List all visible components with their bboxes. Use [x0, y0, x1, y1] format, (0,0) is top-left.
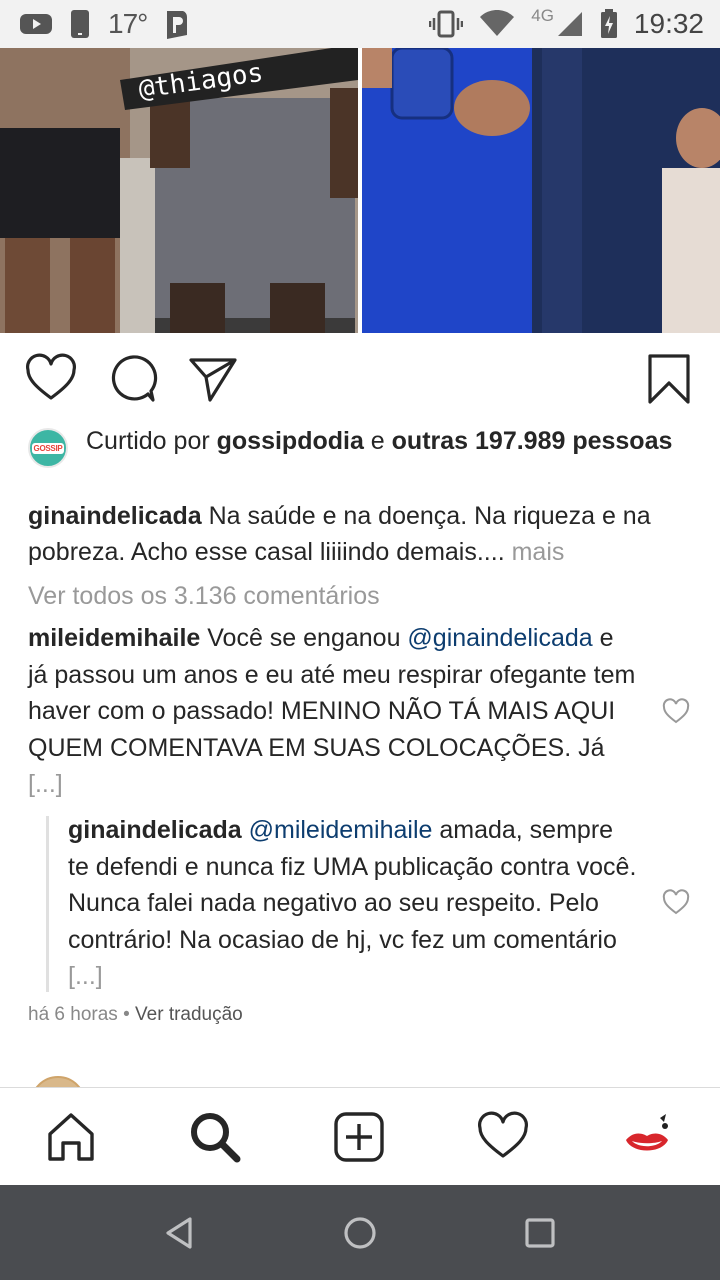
network-type: 4G [531, 6, 554, 25]
comment-like-icon[interactable] [662, 698, 690, 726]
reply-item: ginaindelicada @mileidemihaile amada, se… [68, 812, 638, 995]
temperature: 17° [108, 8, 148, 39]
home-circle-icon[interactable] [340, 1213, 380, 1253]
reply-expand[interactable]: [...] [68, 962, 103, 990]
post-photo-right[interactable] [362, 48, 720, 333]
reply-like-icon[interactable] [662, 889, 690, 917]
comment-item: mileidemihaile Você se enganou @ginainde… [28, 620, 638, 803]
phone-icon [71, 10, 89, 38]
avatar-badge-text: GOSSIP [31, 442, 65, 454]
comment-bubble-icon[interactable] [106, 352, 160, 406]
bottom-navigation [0, 1087, 720, 1185]
liker-username[interactable]: gossipdodia [217, 427, 364, 455]
share-send-icon[interactable] [186, 352, 240, 406]
post-photo-left[interactable]: @thiagos [0, 48, 358, 333]
comment-text: Você se enganou [200, 624, 408, 652]
like-heart-icon[interactable] [24, 352, 78, 406]
clock: 19:32 [633, 8, 704, 39]
wifi-icon [480, 10, 515, 36]
comment-username[interactable]: mileidemihaile [28, 624, 200, 652]
battery-icon [600, 9, 617, 38]
vibrate-icon [429, 10, 464, 38]
android-system-nav [0, 1185, 720, 1280]
search-icon[interactable] [188, 1110, 242, 1164]
meta-separator: • [117, 1004, 136, 1025]
translate-link[interactable]: Ver tradução [135, 1004, 243, 1025]
p-app-icon [167, 11, 188, 39]
profile-avatar[interactable] [620, 1110, 674, 1164]
likes-others-count[interactable]: outras 197.989 pessoas [392, 427, 673, 455]
home-icon[interactable] [44, 1110, 98, 1164]
post-meta: há 6 horas • Ver tradução [28, 1004, 243, 1026]
likes-middle: e [363, 427, 392, 455]
post-image-carousel[interactable]: @thiagos [0, 48, 720, 333]
reply-text [242, 816, 249, 844]
caption-username[interactable]: ginaindelicada [28, 502, 202, 530]
recents-icon[interactable] [520, 1213, 560, 1253]
post-actions-bar [0, 340, 720, 420]
comment-expand[interactable]: [...] [28, 770, 63, 798]
post-timestamp: há 6 horas [28, 1004, 118, 1025]
back-icon[interactable] [160, 1213, 200, 1253]
save-bookmark-icon[interactable] [642, 352, 696, 406]
caption-more-link[interactable]: mais [512, 538, 565, 566]
view-all-comments-link[interactable]: Ver todos os 3.136 comentários [28, 578, 380, 614]
reply-mention[interactable]: @mileidemihaile [249, 816, 433, 844]
comment-mention[interactable]: @ginaindelicada [407, 624, 592, 652]
left-photo-illustration: @thiagos [0, 48, 358, 333]
reply-thread-line [46, 816, 49, 992]
signal-icon [557, 12, 582, 36]
likes-prefix: Curtido por [86, 427, 217, 455]
new-post-icon[interactable] [332, 1110, 386, 1164]
liker-avatar[interactable]: GOSSIP [28, 428, 68, 468]
status-bar: 17° 4G 19:32 [0, 0, 720, 48]
reply-username[interactable]: ginaindelicada [68, 816, 242, 844]
likes-summary[interactable]: GOSSIP Curtido por gossipdodia e outras … [28, 424, 708, 468]
youtube-icon [20, 14, 52, 34]
right-photo-illustration [362, 48, 720, 333]
likes-text: Curtido por gossipdodia e outras 197.989… [86, 424, 672, 468]
activity-heart-icon[interactable] [476, 1110, 530, 1164]
post-caption: ginaindelicada Na saúde e na doença. Na … [28, 498, 698, 570]
